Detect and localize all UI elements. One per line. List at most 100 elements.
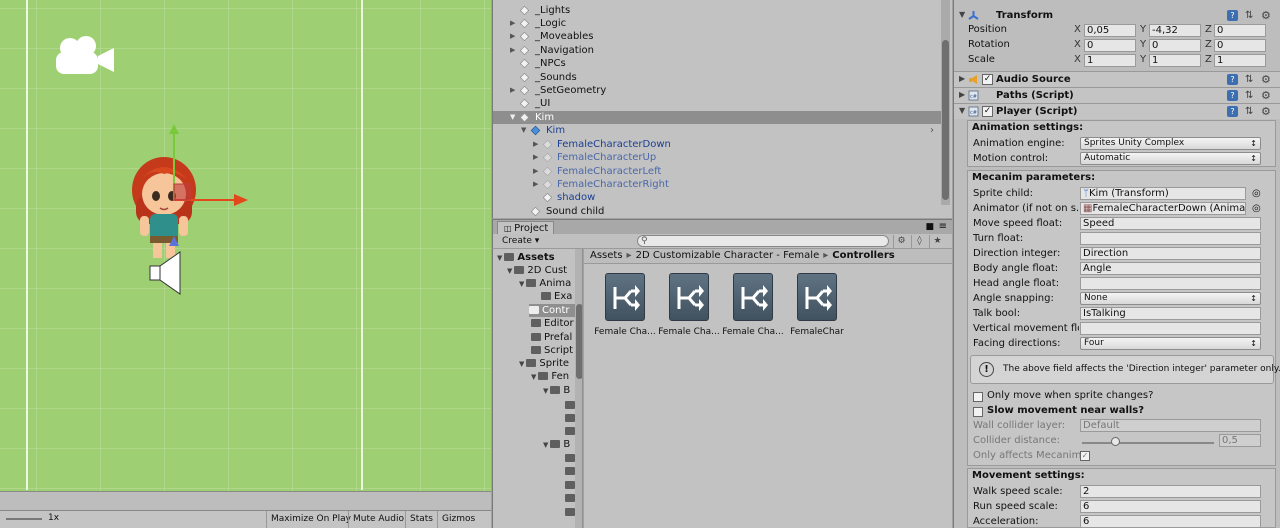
hierarchy-item[interactable]: ▶ _Moveables <box>493 30 941 43</box>
slider-knob[interactable] <box>1111 437 1120 446</box>
tree-item[interactable]: Prefal <box>531 331 572 344</box>
vertical-movement-field[interactable] <box>1080 322 1261 335</box>
expand-arrow-icon[interactable]: ▶ <box>959 90 965 99</box>
hierarchy-item[interactable]: Sound child <box>493 205 941 218</box>
expand-arrow-icon[interactable]: ▶ <box>533 165 538 178</box>
gear-icon[interactable]: ⚙ <box>1261 9 1271 22</box>
collapse-arrow-icon[interactable]: ▼ <box>959 10 965 19</box>
expand-arrow-icon[interactable]: ▶ <box>533 178 538 191</box>
hierarchy-item[interactable]: ▼ Kim › <box>493 124 941 137</box>
hierarchy-item-selected[interactable]: ▼ Kim <box>493 111 941 124</box>
hierarchy-item[interactable]: ▶ FemaleCharacterDown <box>493 138 941 151</box>
enabled-checkbox[interactable]: ✓ <box>982 106 993 117</box>
preset-icon[interactable]: ⇅ <box>1245 90 1253 101</box>
tree-item[interactable]: Exa <box>541 290 572 303</box>
animator-controller-tile[interactable]: FemaleChar <box>784 273 850 337</box>
collider-distance-slider[interactable] <box>1082 442 1214 444</box>
collapse-arrow-icon[interactable]: ▼ <box>497 254 502 262</box>
favorite-star-icon[interactable]: ★ <box>929 235 945 248</box>
rotation-z-field[interactable]: 0 <box>1214 39 1266 52</box>
collapse-arrow-icon[interactable]: ▼ <box>531 373 536 381</box>
move-gizmo[interactable] <box>160 120 260 250</box>
scale-x-field[interactable]: 1 <box>1084 54 1136 67</box>
scrollbar-thumb[interactable] <box>576 304 582 379</box>
scene-splitter[interactable] <box>0 491 491 510</box>
gear-icon[interactable]: ⚙ <box>1261 73 1271 86</box>
create-button[interactable]: Create ▾ <box>499 235 542 248</box>
slow-movement-checkbox[interactable] <box>973 407 983 417</box>
tree-item[interactable]: Editor <box>531 317 574 330</box>
collapse-arrow-icon[interactable]: ▼ <box>543 441 548 449</box>
help-icon[interactable]: ? <box>1227 74 1238 85</box>
search-input[interactable] <box>637 235 889 247</box>
label-icon[interactable]: ◊ <box>911 235 927 248</box>
only-affects-mecanim-checkbox[interactable]: ✓ <box>1080 451 1090 461</box>
scene-view[interactable] <box>0 0 491 510</box>
head-angle-float-field[interactable] <box>1080 277 1261 290</box>
turn-float-field[interactable] <box>1080 232 1261 245</box>
hierarchy-item[interactable]: ▶ FemaleCharacterRight <box>493 178 941 191</box>
transform-header[interactable]: ▼ Transform ? ⇅ ⚙ <box>954 8 1280 24</box>
tree-item[interactable]: ▼ B <box>543 384 570 397</box>
expand-arrow-icon[interactable]: ▶ <box>533 138 538 151</box>
move-speed-float-field[interactable]: Speed <box>1080 217 1261 230</box>
animator-controller-tile[interactable]: Female Cha... <box>656 273 722 337</box>
collapse-arrow-icon[interactable]: ▼ <box>521 124 526 137</box>
preset-icon[interactable]: ⇅ <box>1245 74 1253 85</box>
rotation-x-field[interactable]: 0 <box>1084 39 1136 52</box>
preset-icon[interactable]: ⇅ <box>1245 106 1253 117</box>
tab-project[interactable]: ◫ Project <box>497 221 555 235</box>
expand-arrow-icon[interactable]: ▶ <box>510 17 515 30</box>
hierarchy-item[interactable]: _NPCs <box>493 57 941 70</box>
tree-item[interactable]: ▼ 2D Cust <box>507 264 567 277</box>
collider-distance-field[interactable]: 0,5 <box>1219 434 1261 447</box>
scale-y-field[interactable]: 1 <box>1149 54 1201 67</box>
collapse-arrow-icon[interactable]: ▼ <box>519 280 524 288</box>
expand-arrow-icon[interactable]: ▶ <box>510 30 515 43</box>
wall-collider-layer-field[interactable]: Default <box>1080 419 1261 432</box>
animator-field[interactable]: ▦FemaleCharacterDown (Animat <box>1080 202 1246 215</box>
hierarchy-item[interactable]: ▶ _Navigation <box>493 44 941 57</box>
acceleration-field[interactable]: 6 <box>1080 515 1261 528</box>
help-icon[interactable]: ? <box>1227 10 1238 21</box>
tree-item[interactable]: ▼ B <box>543 438 570 451</box>
help-icon[interactable]: ? <box>1227 90 1238 101</box>
scrollbar-thumb[interactable] <box>942 40 949 200</box>
sprite-child-field[interactable]: ᛘKim (Transform) <box>1080 187 1246 200</box>
maximize-on-play-button[interactable]: Maximize On Play <box>266 511 355 528</box>
tree-item[interactable]: ▼ Fen <box>531 370 569 383</box>
chevron-right-icon[interactable]: › <box>930 124 934 137</box>
lock-icon[interactable]: ■ <box>925 222 934 232</box>
talk-bool-field[interactable]: IsTalking <box>1080 307 1261 320</box>
breadcrumb-item[interactable]: 2D Customizable Character - Female <box>636 250 820 261</box>
collapse-arrow-icon[interactable]: ▼ <box>507 267 512 275</box>
menu-icon[interactable]: ≡ <box>939 221 947 232</box>
hierarchy-item[interactable]: _UI <box>493 97 941 110</box>
collapse-arrow-icon[interactable]: ▼ <box>543 387 548 395</box>
position-z-field[interactable]: 0 <box>1214 24 1266 37</box>
preset-icon[interactable]: ⇅ <box>1245 10 1253 21</box>
tree-item[interactable]: ▼ Anima <box>519 277 571 290</box>
direction-integer-field[interactable]: Direction <box>1080 247 1261 260</box>
object-picker-icon[interactable]: ◎ <box>1252 188 1261 199</box>
tree-item-selected[interactable]: Contr <box>529 304 575 317</box>
motion-control-dropdown[interactable]: Automatic <box>1080 152 1261 165</box>
hierarchy-item[interactable]: ▶ FemaleCharacterUp <box>493 151 941 164</box>
hierarchy-item[interactable]: ▶ FemaleCharacterLeft <box>493 165 941 178</box>
run-speed-scale-field[interactable]: 6 <box>1080 500 1261 513</box>
audio-source-header[interactable]: ▶ ✓ Audio Source ? ⇅ ⚙ <box>954 71 1280 87</box>
expand-arrow-icon[interactable]: ▶ <box>533 151 538 164</box>
help-icon[interactable]: ? <box>1227 106 1238 117</box>
tree-item[interactable]: ▼ Assets <box>497 251 555 264</box>
zoom-slider[interactable] <box>6 518 42 520</box>
gear-icon[interactable]: ⚙ <box>1261 89 1271 102</box>
facing-directions-dropdown[interactable]: Four <box>1080 337 1261 350</box>
filter-type-icon[interactable]: ⚙ <box>893 235 909 248</box>
breadcrumb-item[interactable]: Controllers <box>832 250 894 261</box>
gizmos-button[interactable]: Gizmos <box>437 511 479 528</box>
collapse-arrow-icon[interactable]: ▼ <box>959 106 965 115</box>
expand-arrow-icon[interactable]: ▶ <box>510 84 515 97</box>
enabled-checkbox[interactable]: ✓ <box>982 74 993 85</box>
animation-engine-dropdown[interactable]: Sprites Unity Complex <box>1080 137 1261 150</box>
stats-button[interactable]: Stats <box>405 511 437 528</box>
